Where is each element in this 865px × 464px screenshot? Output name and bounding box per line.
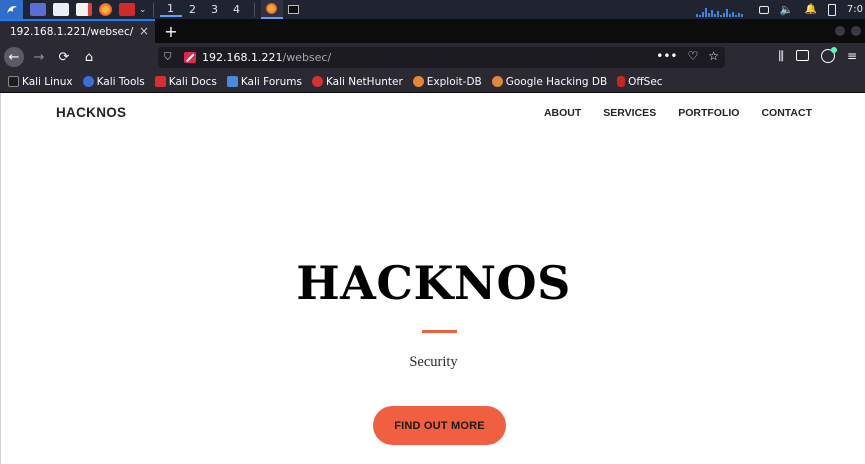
bookmark-kali-nethunter[interactable]: Kali NetHunter <box>311 75 403 88</box>
kali-docs-icon <box>154 76 166 87</box>
kali-menu-icon[interactable] <box>0 0 23 19</box>
window-controls <box>835 26 861 36</box>
url-actions: ••• ♡ ☆ <box>656 49 719 63</box>
system-tray: 🔈 🔔 7:0 <box>695 0 865 19</box>
system-taskbar: ⌄ 1 2 3 4 🔈 🔔 7:0 <box>0 0 865 19</box>
back-button[interactable]: ← <box>4 47 24 67</box>
kali-tools-icon <box>82 76 94 87</box>
library-icon[interactable]: ⫼ <box>778 49 784 64</box>
bookmark-label: Kali NetHunter <box>325 75 403 88</box>
taskbar-firefox-window[interactable] <box>260 0 283 19</box>
url-path: /websec/ <box>282 51 332 64</box>
maximize-window-button[interactable] <box>851 26 861 36</box>
offsec-icon <box>617 76 626 87</box>
nav-contact[interactable]: CONTACT <box>761 107 812 119</box>
bookmarks-toolbar: Kali Linux Kali Tools Kali Docs Kali For… <box>0 71 865 93</box>
network-graph-icon <box>695 3 744 17</box>
bookmark-label: Exploit-DB <box>426 75 482 88</box>
browser-toolbar-right: ⫼ ≡ <box>778 47 857 64</box>
bookmark-exploit-db[interactable]: Exploit-DB <box>412 75 482 88</box>
browser-navigation-toolbar: ← → ⟳ ⌂ ⛉ 192.168.1.221/websec/ ••• ♡ ☆ … <box>0 43 865 71</box>
display-icon[interactable] <box>758 5 769 14</box>
taskbar-terminal-window[interactable] <box>283 0 305 19</box>
text-editor-icon[interactable] <box>76 3 92 16</box>
bookmark-kali-linux[interactable]: Kali Linux <box>8 76 73 88</box>
find-out-more-button[interactable]: FIND OUT MORE <box>373 406 506 445</box>
bookmark-label: Kali Linux <box>22 75 73 88</box>
reload-button[interactable]: ⟳ <box>54 47 74 67</box>
browser-tab-strip: 192.168.1.221/websec/ × + <box>0 19 865 43</box>
tab-title: 192.168.1.221/websec/ <box>10 26 134 38</box>
workspace-2[interactable]: 2 <box>182 3 204 16</box>
tracking-shield-icon[interactable]: ⛉ <box>164 52 178 63</box>
close-tab-icon[interactable]: × <box>139 24 149 38</box>
sidebar-icon[interactable] <box>795 50 809 61</box>
file-manager-icon[interactable] <box>53 3 69 16</box>
bookmark-label: Kali Forums <box>240 75 302 88</box>
kali-dragon-icon <box>8 76 19 87</box>
kali-forums-icon <box>226 76 238 87</box>
terminal-icon[interactable] <box>119 3 135 16</box>
workspace-3[interactable]: 3 <box>204 3 226 16</box>
site-brand[interactable]: HACKNOS <box>56 105 126 120</box>
pocket-icon[interactable]: ♡ <box>687 49 698 63</box>
nethunter-icon <box>311 76 323 87</box>
bookmark-kali-docs[interactable]: Kali Docs <box>154 75 217 88</box>
nav-about[interactable]: ABOUT <box>544 107 581 119</box>
tab-websec[interactable]: 192.168.1.221/websec/ × <box>0 19 155 43</box>
forward-button[interactable]: → <box>29 47 49 67</box>
workspace-1[interactable]: 1 <box>159 2 182 17</box>
account-icon[interactable] <box>820 47 837 63</box>
battery-icon[interactable] <box>827 3 836 16</box>
bookmark-kali-tools[interactable]: Kali Tools <box>82 75 145 88</box>
volume-icon[interactable]: 🔈 <box>780 3 794 16</box>
app-menu-icon[interactable]: ≡ <box>847 49 857 64</box>
terminal-icon <box>288 5 300 14</box>
bookmark-google-hacking-db[interactable]: Google Hacking DB <box>491 75 608 88</box>
insecure-connection-icon[interactable] <box>184 52 196 63</box>
google-hacking-db-icon <box>491 76 503 87</box>
nav-services[interactable]: SERVICES <box>603 107 656 119</box>
firefox-icon[interactable] <box>99 3 112 16</box>
hero-title: HACKNOS <box>296 256 571 310</box>
taskbar-separator <box>152 2 154 17</box>
hero-divider <box>422 330 457 333</box>
exploit-db-icon <box>412 76 424 87</box>
notification-bell-icon[interactable]: 🔔 <box>804 4 816 15</box>
bookmark-kali-forums[interactable]: Kali Forums <box>226 75 302 88</box>
workspace-4[interactable]: 4 <box>226 3 248 16</box>
firefox-icon <box>266 3 278 14</box>
page-actions-menu-icon[interactable]: ••• <box>656 49 677 63</box>
bookmark-label: Kali Tools <box>96 75 145 88</box>
address-bar[interactable]: ⛉ 192.168.1.221/websec/ ••• ♡ ☆ <box>158 47 725 68</box>
taskbar-separator <box>253 2 255 17</box>
clock[interactable]: 7:0 <box>847 4 863 15</box>
nav-portfolio[interactable]: PORTFOLIO <box>678 107 739 119</box>
minimize-window-button[interactable] <box>835 26 845 36</box>
web-page: HACKNOS ABOUT SERVICES PORTFOLIO CONTACT… <box>0 93 865 464</box>
site-nav: ABOUT SERVICES PORTFOLIO CONTACT <box>544 107 812 119</box>
bookmark-label: Kali Docs <box>168 75 217 88</box>
chevron-down-icon[interactable]: ⌄ <box>139 5 147 15</box>
bookmark-label: Google Hacking DB <box>505 75 608 88</box>
desktop-icon[interactable] <box>30 3 46 16</box>
bookmark-offsec[interactable]: OffSec <box>617 75 663 88</box>
hero-subtitle: Security <box>409 354 458 370</box>
new-tab-button[interactable]: + <box>159 19 183 43</box>
bookmark-label: OffSec <box>628 75 663 88</box>
bookmark-star-icon[interactable]: ☆ <box>708 49 719 63</box>
url-host: 192.168.1.221 <box>202 51 283 64</box>
home-button[interactable]: ⌂ <box>79 47 99 67</box>
